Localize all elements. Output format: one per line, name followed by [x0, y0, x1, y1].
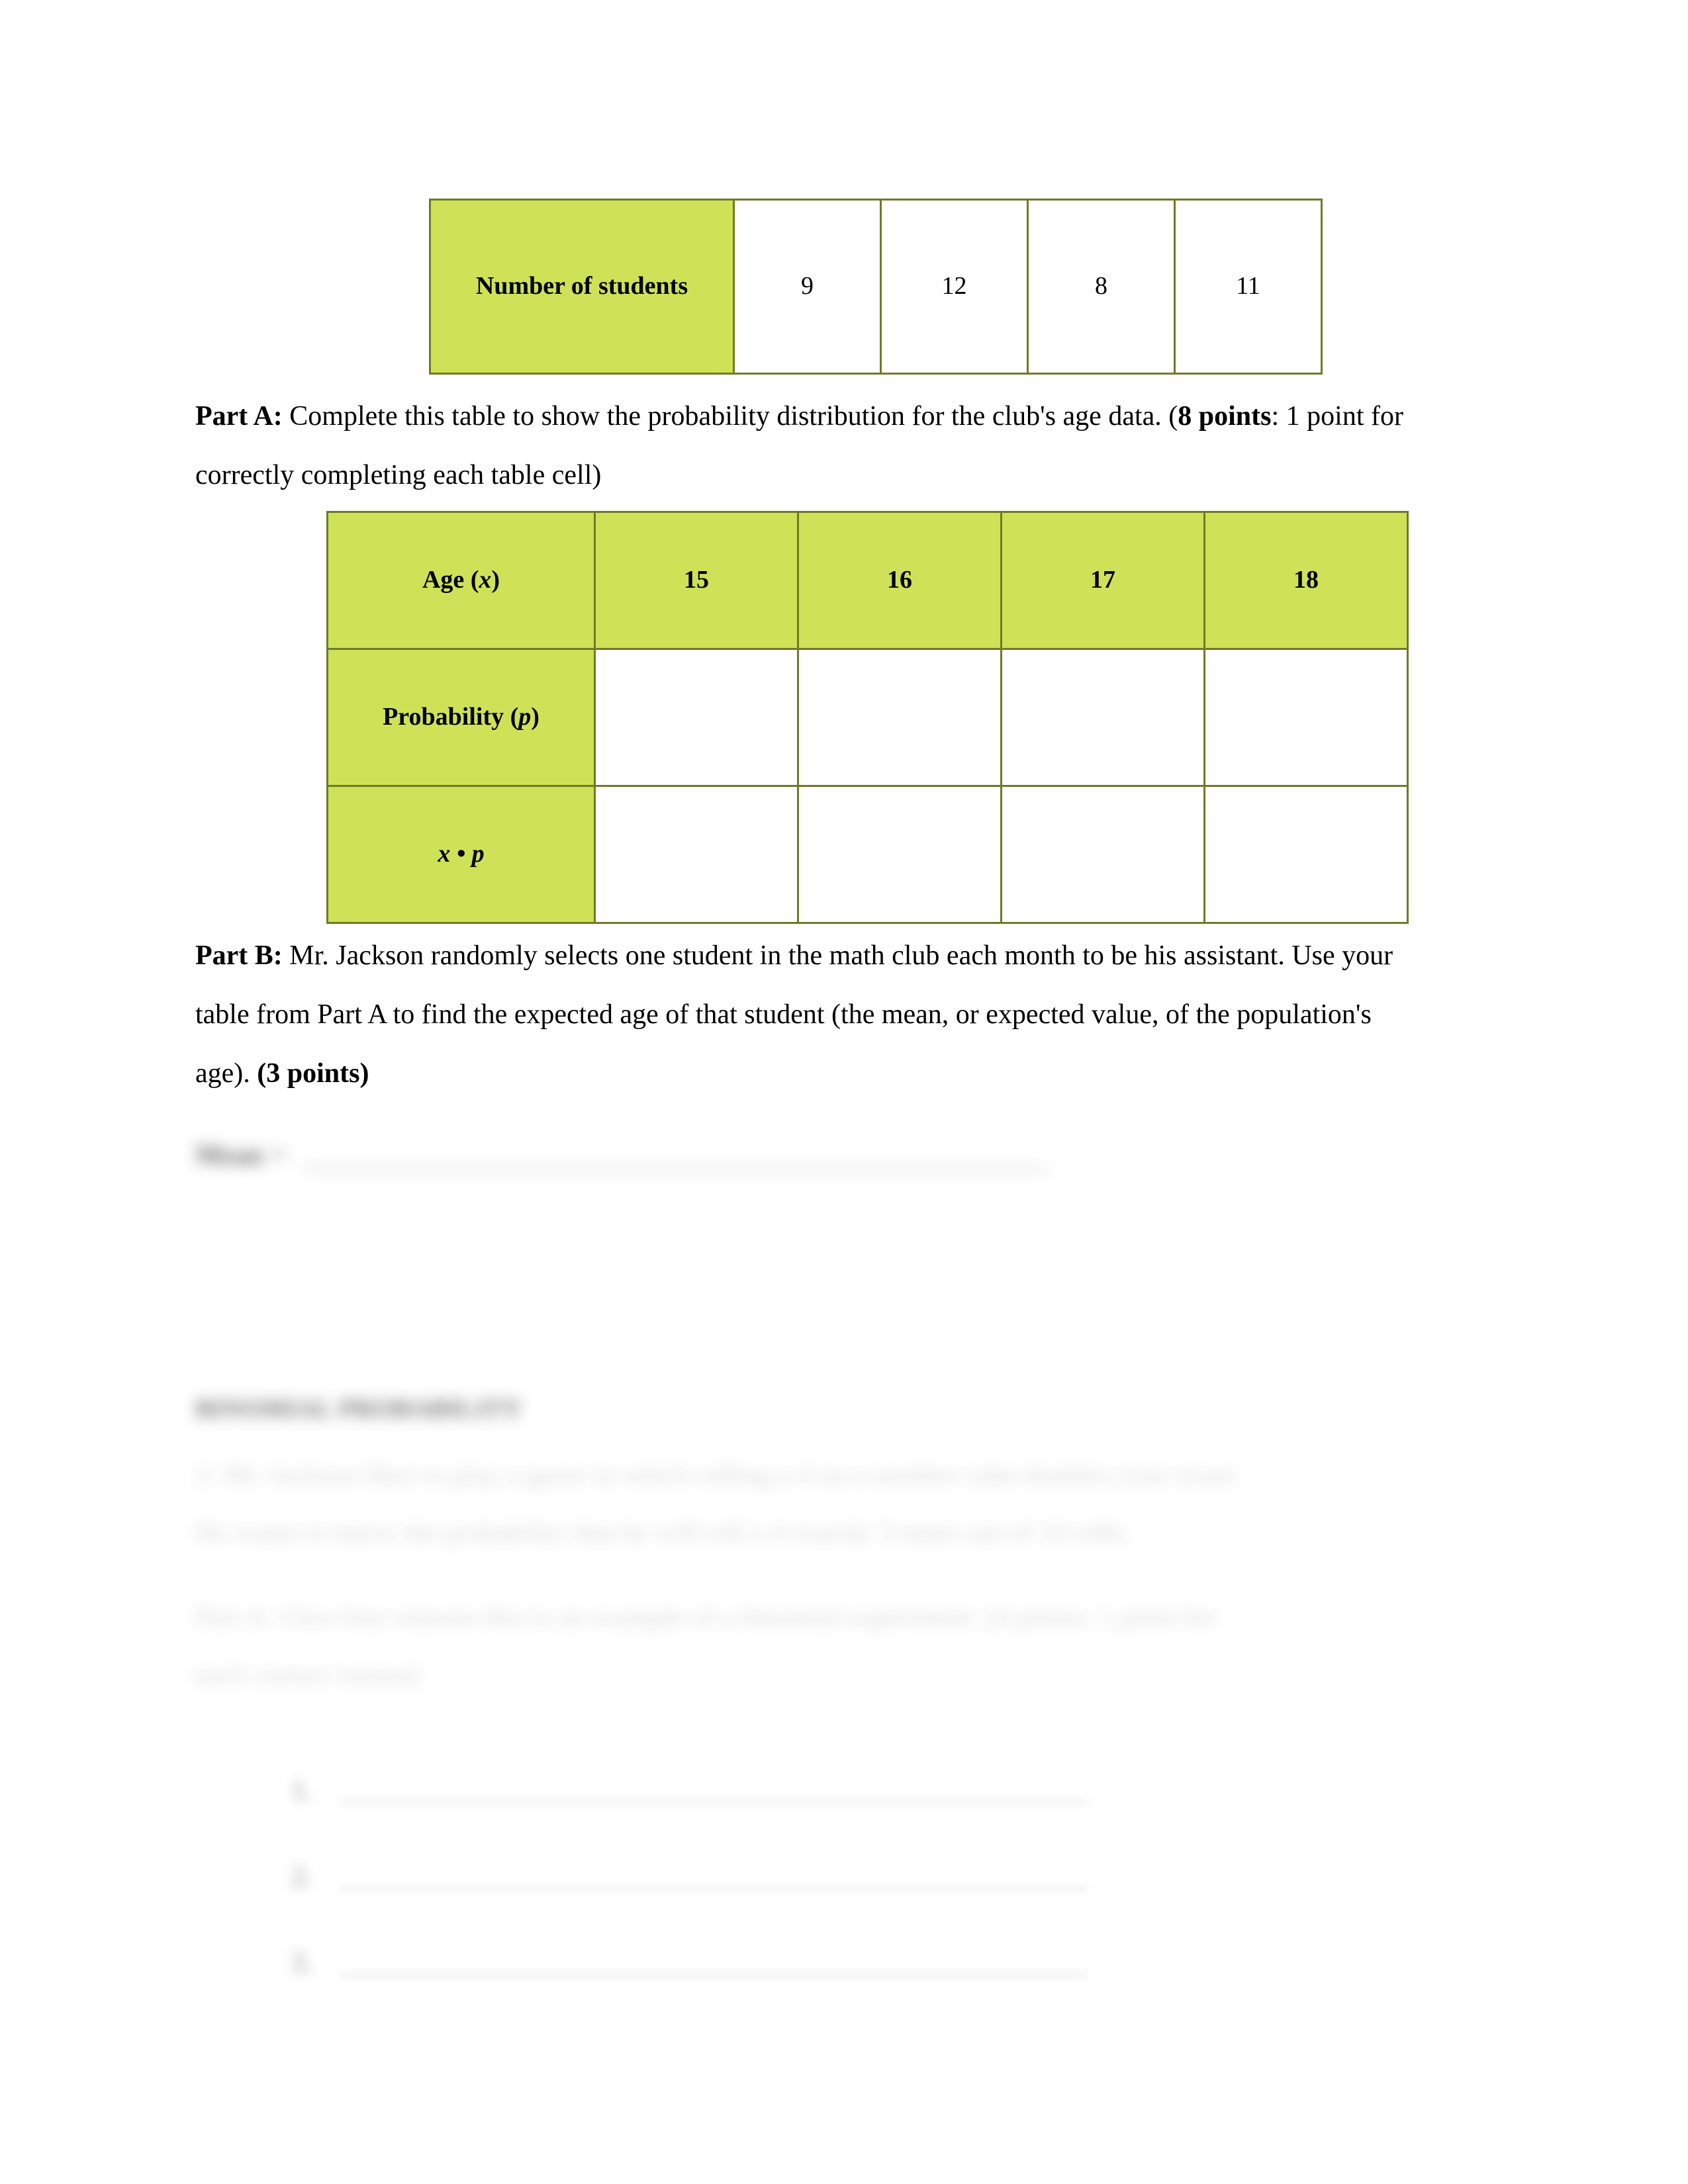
answer-blank-line: [339, 1868, 1088, 1891]
students-cell-4: 11: [1174, 199, 1323, 375]
students-cell-3: 8: [1027, 199, 1176, 375]
redacted-section-heading: BINOMIAL PROBABILITY: [195, 1395, 523, 1423]
answer-blank-line: [339, 1954, 1088, 1977]
probability-cell-4[interactable]: [1203, 648, 1409, 787]
part-a-paragraph: Part A: Complete this table to show the …: [195, 387, 1506, 505]
age-cell-1: 15: [594, 511, 799, 650]
redacted-answer-prefix: Mean: [195, 1140, 263, 1171]
probability-cell-2[interactable]: [797, 648, 1002, 787]
probability-distribution-table: Age (x) 15 16 17 18 Probability (p) x • …: [326, 511, 1409, 924]
redacted-question-2-line-2: He wants to know the probability that he…: [195, 1518, 1131, 1548]
students-row-label: Number of students: [429, 199, 735, 375]
x-times-p-cell-4[interactable]: [1203, 785, 1409, 924]
part-b-paragraph: Part B: Mr. Jackson randomly selects one…: [195, 927, 1400, 1103]
x-times-p-cell-2[interactable]: [797, 785, 1002, 924]
part-a-label: Part A:: [195, 401, 283, 432]
list-item-number: 2.: [291, 1862, 312, 1892]
age-label-prefix: Age (: [422, 566, 479, 594]
students-cell-1: 9: [733, 199, 882, 375]
part-a-text-before: Complete this table to show the probabil…: [282, 401, 1178, 432]
age-cell-3: 17: [1000, 511, 1205, 650]
x-times-p-row-label: x • p: [326, 785, 596, 924]
probability-cell-1[interactable]: [594, 648, 799, 787]
x-times-p-cell-1[interactable]: [594, 785, 799, 924]
x-times-p-cell-3[interactable]: [1000, 785, 1205, 924]
redacted-answer-equals: =: [270, 1140, 286, 1171]
redacted-sub-part-a-line-1: Part A: Give four reasons this is an exa…: [195, 1602, 1217, 1633]
part-b-text: Mr. Jackson randomly selects one student…: [195, 940, 1393, 1089]
probability-label-suffix: ): [531, 703, 539, 731]
probability-cell-3[interactable]: [1000, 648, 1205, 787]
table-row: Number of students 9 12 8 11: [429, 199, 1323, 375]
table-row: x • p: [326, 785, 1409, 924]
table-row: Age (x) 15 16 17 18: [326, 511, 1409, 650]
probability-label-var: p: [518, 703, 532, 731]
age-cell-2: 16: [797, 511, 1002, 650]
part-b-points: (3 points): [257, 1058, 369, 1089]
list-item-number: 1.: [291, 1776, 312, 1806]
probability-label-prefix: Probability (: [383, 703, 519, 731]
part-b-label: Part B:: [195, 940, 283, 971]
document-page: Number of students 9 12 8 11 Part A: Com…: [0, 0, 1688, 2184]
list-item-number: 3.: [291, 1948, 312, 1978]
age-cell-4: 18: [1203, 511, 1409, 650]
redacted-answer-part-b: Mean =: [195, 1126, 1047, 1185]
age-row-label: Age (x): [326, 511, 596, 650]
redacted-list-item-1: 1.: [291, 1762, 1088, 1821]
x-times-p-label-var: x • p: [438, 840, 485, 868]
students-cell-2: 12: [880, 199, 1029, 375]
table-row: Probability (p): [326, 648, 1409, 787]
redacted-question-2-line-1: 2. Mr. Jackson likes to play a game in w…: [195, 1460, 1241, 1490]
age-label-var: x: [479, 566, 492, 594]
redacted-list-item-3: 3.: [291, 1934, 1088, 1993]
probability-row-label: Probability (p): [326, 648, 596, 787]
part-a-points: 8 points: [1178, 401, 1272, 432]
students-table: Number of students 9 12 8 11: [429, 199, 1323, 375]
age-label-suffix: ): [491, 566, 500, 594]
redacted-list-item-2: 2.: [291, 1848, 1088, 1907]
redacted-sub-part-a-line-2: each correct reason): [195, 1660, 420, 1690]
answer-blank-line: [305, 1145, 1047, 1171]
answer-blank-line: [339, 1782, 1088, 1805]
